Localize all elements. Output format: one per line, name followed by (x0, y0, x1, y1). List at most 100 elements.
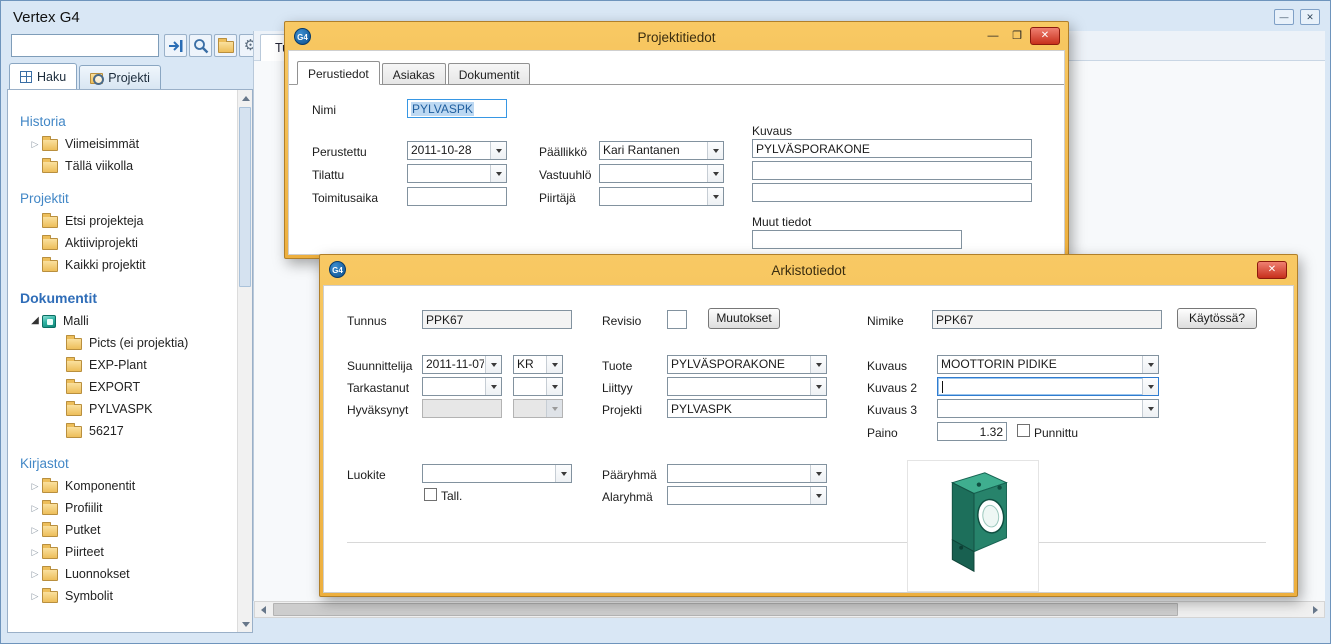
tree-item-etsi-projekteja[interactable]: Etsi projekteja (8, 210, 236, 232)
nimi-field[interactable]: PYLVASPK (407, 99, 507, 118)
tree-item-viimeisimmat[interactable]: ▷ Viimeisimmät (8, 133, 236, 155)
scroll-up-icon[interactable] (238, 90, 253, 106)
tuote-combo[interactable]: PYLVÄSPORAKONE (667, 355, 827, 374)
piirtaja-combo[interactable] (599, 187, 724, 206)
kaytossa-button[interactable]: Käytössä? (1177, 308, 1257, 329)
tunnus-field[interactable]: PPK67 (422, 310, 572, 329)
tab-haku[interactable]: Haku (9, 63, 77, 90)
chevron-down-icon[interactable] (1142, 400, 1158, 417)
chevron-right-icon[interactable]: ▷ (28, 497, 42, 519)
chevron-down-icon[interactable] (707, 142, 723, 159)
tree-section-projektit[interactable]: Projektit (20, 191, 236, 206)
tree-item-56217[interactable]: 56217 (8, 420, 236, 442)
scroll-left-icon[interactable] (255, 602, 272, 617)
projekti-field[interactable]: PYLVASPK (667, 399, 827, 418)
tall-checkbox[interactable] (424, 488, 437, 501)
horizontal-scrollbar[interactable] (254, 601, 1325, 618)
scroll-right-icon[interactable] (1307, 602, 1324, 617)
tree-item-kaikki-projektit[interactable]: Kaikki projektit (8, 254, 236, 276)
chevron-right-icon[interactable]: ▷ (28, 133, 42, 155)
chevron-down-icon[interactable] (485, 378, 501, 395)
chevron-down-icon[interactable] (1142, 378, 1158, 395)
window-close-icon[interactable]: ✕ (1300, 9, 1320, 25)
kuvaus-combo[interactable]: MOOTTORIN PIDIKE (937, 355, 1159, 374)
tarkastanut-date-combo[interactable] (422, 377, 502, 396)
tab-asiakas[interactable]: Asiakas (382, 63, 446, 85)
open-folder-button[interactable] (214, 34, 237, 57)
chevron-right-icon[interactable]: ▷ (28, 519, 42, 541)
revisio-field[interactable] (667, 310, 687, 329)
chevron-down-icon[interactable] (810, 378, 826, 395)
chevron-down-icon[interactable] (707, 188, 723, 205)
suunnittelija-date-combo[interactable]: 2011-11-07 (422, 355, 502, 374)
kuvaus-field-2[interactable] (752, 161, 1032, 180)
tree-item-export[interactable]: EXPORT (8, 376, 236, 398)
kuvaus-field-3[interactable] (752, 183, 1032, 202)
tree-item-piirteet[interactable]: ▷ Piirteet (8, 541, 236, 563)
vastuuhlo-combo[interactable] (599, 164, 724, 183)
tree-item-profiilit[interactable]: ▷ Profiilit (8, 497, 236, 519)
chevron-expanded-icon[interactable]: ◢ (28, 310, 42, 332)
chevron-down-icon[interactable] (810, 356, 826, 373)
scrollbar-thumb[interactable] (239, 107, 251, 287)
tree-item-aktiiviprojekti[interactable]: Aktiiviprojekti (8, 232, 236, 254)
tree-item-exp-plant[interactable]: EXP-Plant (8, 354, 236, 376)
tree-item-talla-viikolla[interactable]: Tällä viikolla (8, 155, 236, 177)
tab-dokumentit[interactable]: Dokumentit (448, 63, 531, 85)
sidebar-scrollbar[interactable] (237, 90, 252, 632)
toimitusaika-field[interactable] (407, 187, 507, 206)
scrollbar-thumb[interactable] (273, 603, 1178, 616)
tab-perustiedot[interactable]: Perustiedot (297, 61, 380, 85)
kuvaus-field-1[interactable]: PYLVÄSPORAKONE (752, 139, 1032, 158)
tree-item-komponentit[interactable]: ▷ Komponentit (8, 475, 236, 497)
window-minimize-icon[interactable]: — (1274, 9, 1294, 25)
suunnittelija-initials-combo[interactable]: KR (513, 355, 563, 374)
paaryhma-combo[interactable] (667, 464, 827, 483)
paino-field[interactable]: 1.32 (937, 422, 1007, 441)
tree-item-malli[interactable]: ◢ Malli (8, 310, 236, 332)
chevron-down-icon[interactable] (485, 356, 501, 373)
chevron-down-icon[interactable] (546, 356, 562, 373)
tree-item-luonnokset[interactable]: ▷ Luonnokset (8, 563, 236, 585)
liittyy-combo[interactable] (667, 377, 827, 396)
search-magnifier-button[interactable] (189, 34, 212, 57)
chevron-right-icon[interactable]: ▷ (28, 541, 42, 563)
alaryhma-combo[interactable] (667, 486, 827, 505)
tree-item-picts[interactable]: Picts (ei projektia) (8, 332, 236, 354)
chevron-down-icon[interactable] (490, 165, 506, 182)
chevron-down-icon[interactable] (810, 487, 826, 504)
kuvaus2-combo[interactable] (937, 377, 1159, 396)
project-minimize-button[interactable]: — (984, 29, 1002, 43)
chevron-down-icon[interactable] (490, 142, 506, 159)
chevron-down-icon[interactable] (1142, 356, 1158, 373)
chevron-down-icon[interactable] (555, 465, 571, 482)
nimike-field[interactable]: PPK67 (932, 310, 1162, 329)
chevron-down-icon[interactable] (546, 378, 562, 395)
chevron-down-icon[interactable] (707, 165, 723, 182)
tree-item-pylvaspk[interactable]: PYLVASPK (8, 398, 236, 420)
project-close-button[interactable]: ✕ (1030, 27, 1060, 45)
kuvaus3-combo[interactable] (937, 399, 1159, 418)
search-go-button[interactable] (164, 34, 187, 57)
paallikko-combo[interactable]: Kari Rantanen (599, 141, 724, 160)
muutokset-button[interactable]: Muutokset (708, 308, 780, 329)
luokite-combo[interactable] (422, 464, 572, 483)
tree-item-putket[interactable]: ▷ Putket (8, 519, 236, 541)
tilattu-combo[interactable] (407, 164, 507, 183)
search-input[interactable] (11, 34, 159, 57)
chevron-right-icon[interactable]: ▷ (28, 563, 42, 585)
tree-section-kirjastot[interactable]: Kirjastot (20, 456, 236, 471)
chevron-down-icon[interactable] (810, 465, 826, 482)
scroll-down-icon[interactable] (238, 616, 253, 632)
project-maximize-button[interactable]: ❐ (1008, 29, 1026, 43)
tab-projekti[interactable]: Projekti (79, 65, 161, 90)
perustettu-combo[interactable]: 2011-10-28 (407, 141, 507, 160)
tree-item-symbolit[interactable]: ▷ Symbolit (8, 585, 236, 607)
muut-tiedot-field[interactable] (752, 230, 962, 249)
tree-section-historia[interactable]: Historia (20, 114, 236, 129)
chevron-right-icon[interactable]: ▷ (28, 585, 42, 607)
chevron-right-icon[interactable]: ▷ (28, 475, 42, 497)
tree-section-dokumentit[interactable]: Dokumentit (20, 290, 236, 306)
tarkastanut-initials-combo[interactable] (513, 377, 563, 396)
archive-close-button[interactable]: ✕ (1257, 261, 1287, 279)
